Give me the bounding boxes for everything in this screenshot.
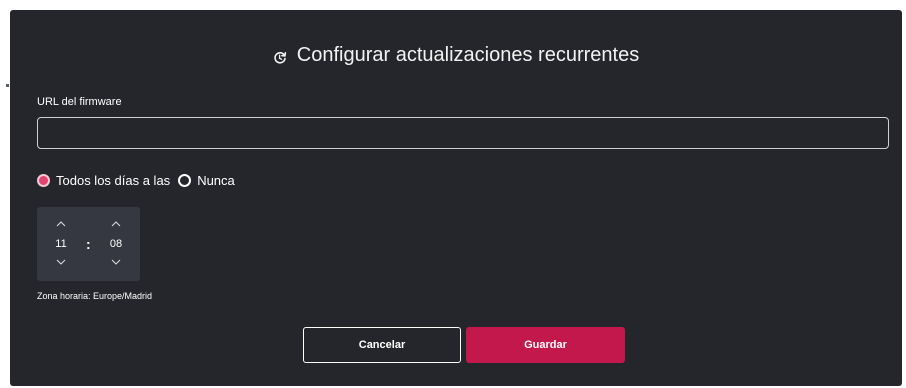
- firmware-url-label: URL del firmware: [37, 96, 122, 108]
- timezone-label: Zona horaria: Europe/Madrid: [37, 291, 153, 301]
- save-button[interactable]: Guardar: [466, 327, 625, 363]
- hour-value[interactable]: 11: [46, 238, 76, 250]
- radio-unchecked-icon: [178, 174, 192, 187]
- refresh-clock-icon: [273, 48, 287, 64]
- cancel-button[interactable]: Cancelar: [303, 327, 461, 363]
- chevron-up-icon: [111, 221, 121, 227]
- schedule-radio-group: Todos los días a las Nunca: [37, 173, 235, 188]
- radio-checked-icon: [37, 174, 50, 187]
- chevron-down-icon: [111, 259, 121, 265]
- firmware-url-input[interactable]: [37, 117, 889, 149]
- radio-daily[interactable]: Todos los días a las: [37, 173, 170, 188]
- radio-daily-label: Todos los días a las: [56, 173, 171, 188]
- minute-down-button[interactable]: [101, 257, 131, 267]
- edge-marker: [6, 84, 9, 87]
- chevron-up-icon: [56, 221, 66, 227]
- recurring-updates-dialog: Configurar actualizaciones recurrentes U…: [10, 10, 902, 386]
- radio-never-label: Nunca: [197, 173, 235, 188]
- radio-never[interactable]: Nunca: [178, 173, 235, 188]
- dialog-header: Configurar actualizaciones recurrentes: [10, 44, 902, 67]
- minute-value[interactable]: 08: [101, 238, 131, 250]
- time-picker: 11 : 08: [37, 207, 140, 281]
- time-separator: :: [86, 236, 91, 252]
- hour-up-button[interactable]: [46, 219, 76, 229]
- chevron-down-icon: [56, 259, 66, 265]
- hour-down-button[interactable]: [46, 257, 76, 267]
- dialog-title: Configurar actualizaciones recurrentes: [296, 44, 640, 66]
- minute-up-button[interactable]: [101, 219, 131, 229]
